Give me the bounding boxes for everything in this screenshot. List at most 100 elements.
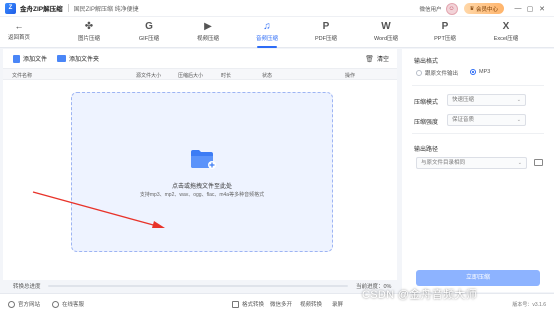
tab-audio-compress[interactable]: ♫ 音频压缩 <box>245 19 289 48</box>
add-file-icon <box>13 54 20 63</box>
avatar[interactable]: ☺ <box>445 2 458 15</box>
file-table-header: 文件名称 源文件大小 压缩后大小 时长 状态 操作 <box>3 68 397 80</box>
divider <box>412 133 544 134</box>
online-service-label: 在线客服 <box>62 302 85 308</box>
folder-add-icon <box>191 150 216 169</box>
add-folder-label: 添加文件夹 <box>69 57 100 63</box>
wechat-multi-link[interactable]: 微信多开 <box>270 300 292 308</box>
minimize-icon[interactable]: — <box>512 5 524 12</box>
arrow-left-icon: ← <box>14 21 24 31</box>
chevron-down-icon: ⌄ <box>516 97 521 103</box>
tab-label: PPT压缩 <box>434 36 456 42</box>
compress-level-value: 保证音质 <box>452 117 475 123</box>
format-convert-link[interactable]: 格式转换 <box>232 300 264 308</box>
online-service-link[interactable]: 在线客服 <box>52 300 84 308</box>
word-icon: W <box>381 20 391 32</box>
chevron-down-icon: ⌄ <box>516 117 521 123</box>
video-convert-label: 视频转换 <box>300 302 323 308</box>
official-site-link[interactable]: 官方网站 <box>8 300 40 308</box>
wechat-multi-label: 微信多开 <box>270 302 293 308</box>
format-convert-label: 格式转换 <box>242 302 265 308</box>
column-header: 文件名称 <box>12 73 33 79</box>
divider <box>412 85 544 86</box>
compress-mode-value: 快速压缩 <box>452 97 475 103</box>
screen-record-label: 录屏 <box>332 302 344 308</box>
tab-video-compress[interactable]: ▶ 视频压缩 <box>186 19 230 43</box>
column-header: 时长 <box>221 73 232 79</box>
chevron-down-icon: ⌄ <box>517 160 522 166</box>
app-name: 金舟ZIP解压缩 <box>20 6 63 13</box>
add-folder-button[interactable]: 添加文件夹 <box>57 54 99 63</box>
add-file-label: 添加文件 <box>23 57 48 63</box>
close-icon[interactable]: ✕ <box>536 5 548 13</box>
output-path-label: 输出路径 <box>414 147 439 153</box>
vip-center-button[interactable]: ♛ 会员中心 <box>463 3 504 14</box>
compress-level-label: 压缩强度 <box>414 120 439 126</box>
trash-icon: 🗑 <box>365 55 374 63</box>
column-header: 源文件大小 <box>136 73 162 79</box>
excel-icon: X <box>502 20 510 32</box>
ppt-icon: P <box>441 20 449 32</box>
tab-label: Word压缩 <box>373 36 399 42</box>
clear-button[interactable]: 🗑 清空 <box>365 54 389 64</box>
tab-gif-compress[interactable]: G GIF压缩 <box>127 19 171 43</box>
tab-label: 音频压缩 <box>255 36 278 42</box>
maximize-icon[interactable]: ▢ <box>524 5 536 13</box>
radio-original-format[interactable]: 跟原文件输出 <box>416 69 458 77</box>
image-compress-icon: ✤ <box>84 20 94 32</box>
tab-ppt-compress[interactable]: P PPT压缩 <box>423 19 467 43</box>
tab-label: 图片压缩 <box>77 36 100 42</box>
file-panel: 添加文件 添加文件夹 🗑 清空 文件名称 源文件大小 压缩后大小 时长 状态 操… <box>3 49 397 280</box>
compress-level-select[interactable]: 保证音质 ⌄ <box>447 114 526 126</box>
tab-excel-compress[interactable]: X Excel压缩 <box>484 19 528 43</box>
radio-dot <box>416 70 422 76</box>
globe-icon <box>8 300 15 308</box>
radio-dot <box>470 69 476 75</box>
progress-bar <box>48 285 348 287</box>
screen-record-link[interactable]: 录屏 <box>332 300 343 308</box>
output-path-select[interactable]: 与原文件目录相同 ⌄ <box>416 157 527 169</box>
back-home-button[interactable]: ← 返回首页 <box>4 20 34 41</box>
radio-mp3[interactable]: MP3 <box>470 69 490 75</box>
progress-label: 转换总进度 <box>13 284 41 290</box>
app-logo: Z <box>5 2 16 14</box>
app-tagline: 国民ZIP解压缩 纯净便捷 <box>73 6 139 13</box>
video-convert-link[interactable]: 视频转换 <box>300 300 322 308</box>
title-bar: Z 金舟ZIP解压缩 国民ZIP解压缩 纯净便捷 微信用户 ☺ ♛ 会员中心 —… <box>0 0 554 17</box>
compress-mode-label: 压缩模式 <box>414 100 439 106</box>
folder-open-icon[interactable] <box>534 159 543 166</box>
gif-icon: G <box>145 20 153 32</box>
tab-label: PDF压缩 <box>314 36 337 42</box>
radio-label: 跟原文件输出 <box>425 71 459 77</box>
compress-mode-select[interactable]: 快速压缩 ⌄ <box>447 94 526 106</box>
convert-icon <box>232 300 239 308</box>
user-name[interactable]: 微信用户 <box>420 5 442 13</box>
output-path-value: 与原文件目录相同 <box>421 160 466 166</box>
tab-image-compress[interactable]: ✤ 图片压缩 <box>67 19 111 43</box>
audio-wave-icon: ♫ <box>263 20 271 32</box>
add-file-button[interactable]: 添加文件 <box>13 54 47 63</box>
tab-pdf-compress[interactable]: P PDF压缩 <box>304 19 348 43</box>
red-annotation-arrow <box>32 191 165 228</box>
tab-label: 视频压缩 <box>196 36 219 42</box>
headset-icon <box>52 300 59 308</box>
column-header: 状态 <box>262 73 273 79</box>
watermark-text: CSDN @金舟音频大师 <box>362 289 477 301</box>
column-header: 压缩后大小 <box>178 73 204 79</box>
settings-panel: 输出格式 跟原文件输出 MP3 压缩模式 快速压缩 ⌄ 压缩强度 保证音质 ⌄ … <box>402 49 554 292</box>
title-divider <box>67 4 69 12</box>
official-site-label: 官方网站 <box>18 302 41 308</box>
output-format-label: 输出格式 <box>414 59 439 65</box>
tab-label: GIF压缩 <box>138 36 160 42</box>
column-header: 操作 <box>345 73 356 79</box>
title-right-group: 微信用户 ☺ ♛ 会员中心 — ▢ ✕ <box>420 2 549 15</box>
video-icon: ▶ <box>204 20 212 32</box>
start-compress-button[interactable]: 立即压缩 <box>416 270 540 286</box>
file-toolbar: 添加文件 添加文件夹 🗑 清空 <box>3 49 397 68</box>
version-text: 版本号：v3.1.6 <box>512 302 546 308</box>
add-folder-icon <box>57 55 67 62</box>
radio-label: MP3 <box>479 69 491 75</box>
drop-zone-title: 点击或拖拽文件至此处 <box>171 184 232 190</box>
clear-label: 清空 <box>376 57 389 63</box>
tab-word-compress[interactable]: W Word压缩 <box>364 19 408 43</box>
